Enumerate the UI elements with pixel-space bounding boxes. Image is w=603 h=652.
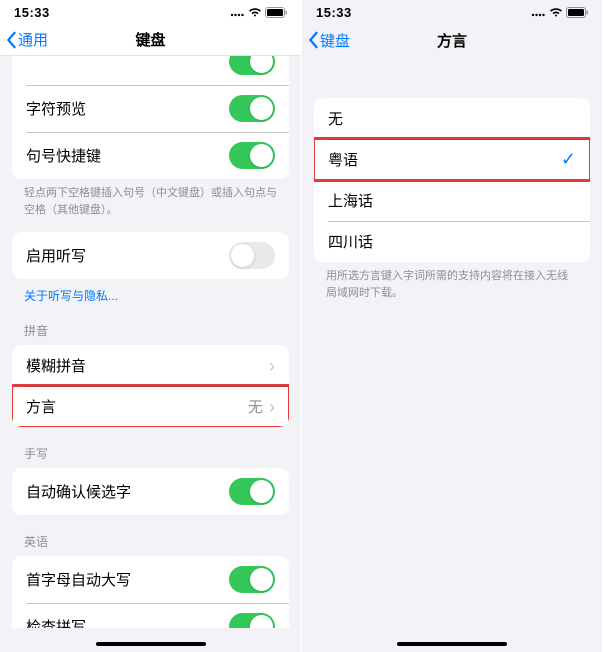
group-dictation: 启用听写 xyxy=(12,232,289,279)
option-cantonese-label: 粤语 xyxy=(328,149,358,170)
cellular-icon xyxy=(531,7,546,17)
row-hidden-toggle[interactable] xyxy=(12,56,289,85)
confirm-candidate-label: 自动确认候选字 xyxy=(26,481,131,502)
fuzzy-pinyin-label: 模糊拼音 xyxy=(26,355,86,376)
row-dictation[interactable]: 启用听写 xyxy=(12,232,289,279)
home-indicator[interactable] xyxy=(397,642,507,646)
chevron-left-icon xyxy=(4,31,18,49)
option-shanghainese-label: 上海话 xyxy=(328,190,373,211)
group-pinyin: 模糊拼音 › 方言 无 › xyxy=(12,345,289,427)
section-english: 英语 xyxy=(0,515,301,556)
option-cantonese[interactable]: 粤语 ✓ xyxy=(314,139,590,180)
group-dialects: 无 粤语 ✓ 上海话 四川话 xyxy=(314,98,590,262)
checkmark-icon: ✓ xyxy=(561,149,576,170)
option-none-label: 无 xyxy=(328,108,343,129)
status-icons xyxy=(531,7,588,18)
dictation-toggle[interactable] xyxy=(229,242,275,269)
back-label: 通用 xyxy=(18,29,48,50)
status-bar: 15:33 xyxy=(0,0,301,24)
home-indicator[interactable] xyxy=(96,642,206,646)
char-preview-label: 字符预览 xyxy=(26,98,86,119)
row-fuzzy-pinyin[interactable]: 模糊拼音 › xyxy=(12,345,289,386)
option-none[interactable]: 无 xyxy=(314,98,590,139)
auto-caps-toggle[interactable] xyxy=(229,566,275,593)
spell-check-toggle[interactable] xyxy=(229,613,275,628)
status-icons xyxy=(230,7,287,18)
nav-bar: 通用 键盘 xyxy=(0,24,301,56)
period-shortcut-label: 句号快捷键 xyxy=(26,145,101,166)
char-preview-toggle[interactable] xyxy=(229,95,275,122)
chevron-right-icon: › xyxy=(269,357,275,375)
dictation-label: 启用听写 xyxy=(26,245,86,266)
section-pinyin: 拼音 xyxy=(0,304,301,345)
battery-icon xyxy=(566,7,588,18)
row-period-shortcut[interactable]: 句号快捷键 xyxy=(12,132,289,179)
option-shanghainese[interactable]: 上海话 xyxy=(314,180,590,221)
back-button[interactable]: 通用 xyxy=(0,29,48,50)
chevron-left-icon xyxy=(306,31,320,49)
row-confirm-candidate[interactable]: 自动确认候选字 xyxy=(12,468,289,515)
option-sichuanese[interactable]: 四川话 xyxy=(314,221,590,262)
row-spell-check[interactable]: 检查拼写 xyxy=(12,603,289,628)
row-dialect[interactable]: 方言 无 › xyxy=(12,386,289,427)
status-time: 15:33 xyxy=(14,5,50,20)
option-sichuanese-label: 四川话 xyxy=(328,231,373,252)
dialect-label: 方言 xyxy=(26,396,56,417)
section-handwriting: 手写 xyxy=(0,427,301,468)
row-char-preview[interactable]: 字符预览 xyxy=(12,85,289,132)
cellular-icon xyxy=(230,7,245,17)
group-handwriting: 自动确认候选字 xyxy=(12,468,289,515)
nav-bar: 键盘 方言 xyxy=(302,24,602,56)
wifi-icon xyxy=(549,7,563,17)
wifi-icon xyxy=(248,7,262,17)
group-keyboard-basics: 字符预览 句号快捷键 xyxy=(12,56,289,179)
row-auto-caps[interactable]: 首字母自动大写 xyxy=(12,556,289,603)
period-shortcut-note: 轻点两下空格键插入句号（中文键盘）或插入句点与空格（其他键盘）。 xyxy=(0,179,301,218)
spell-check-label: 检查拼写 xyxy=(26,616,86,628)
toggle[interactable] xyxy=(229,56,275,75)
page-title: 方言 xyxy=(437,30,467,51)
confirm-candidate-toggle[interactable] xyxy=(229,478,275,505)
back-button[interactable]: 键盘 xyxy=(302,30,350,51)
chevron-right-icon: › xyxy=(269,398,275,416)
battery-icon xyxy=(265,7,287,18)
dialect-value: 无 xyxy=(248,396,263,417)
status-time: 15:33 xyxy=(316,5,352,20)
group-english: 首字母自动大写 检查拼写 输入预测 滑行键入时逐词删除 xyxy=(12,556,289,628)
period-shortcut-toggle[interactable] xyxy=(229,142,275,169)
status-bar: 15:33 xyxy=(302,0,602,24)
auto-caps-label: 首字母自动大写 xyxy=(26,569,131,590)
dialect-note: 用所选方言键入字词所需的支持内容将在接入无线局域网时下载。 xyxy=(302,262,602,301)
back-label: 键盘 xyxy=(320,30,350,51)
dictation-privacy-link[interactable]: 关于听写与隐私... xyxy=(0,279,301,304)
page-title: 键盘 xyxy=(135,29,165,50)
